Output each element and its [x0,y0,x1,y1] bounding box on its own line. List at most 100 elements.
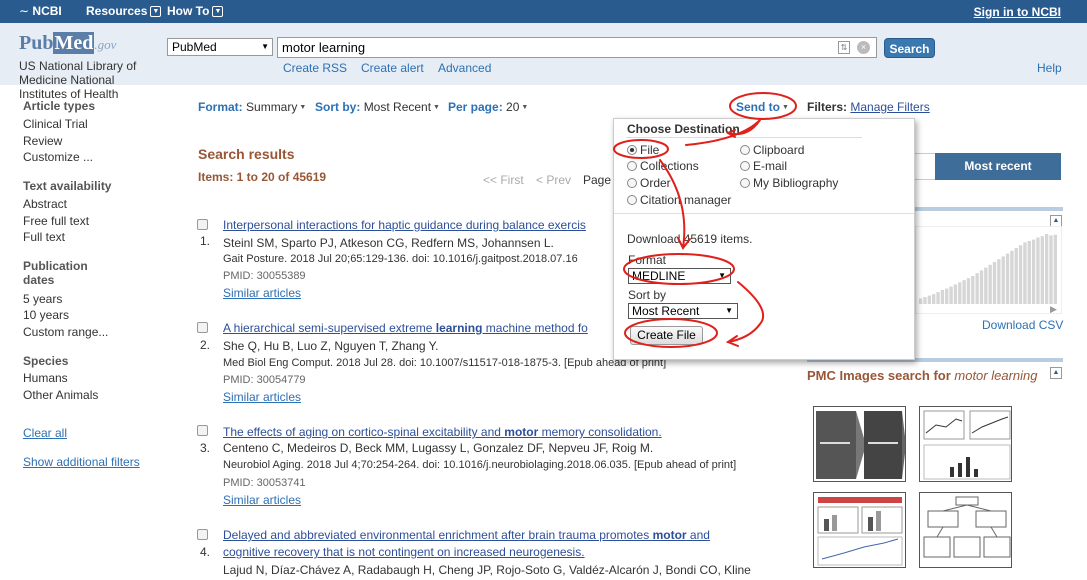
result-checkbox[interactable] [197,322,208,333]
result-number: 2. [200,338,211,352]
filter-clinical-trial[interactable]: Clinical Trial [23,117,88,131]
result-title-link[interactable]: Interpersonal interactions for haptic gu… [223,218,586,232]
create-alert-link[interactable]: Create alert [361,61,424,75]
result-title-link[interactable]: Delayed and abbreviated environmental en… [223,528,710,542]
result-authors: Lajud N, Díaz-Chávez A, Radabaugh H, Che… [223,563,751,577]
species-heading: Species [23,354,69,368]
scroll-right-icon[interactable]: ▶ [1050,304,1057,314]
collapse-icon[interactable]: ▲ [1050,367,1062,379]
result-pmid: PMID: 30053741 [223,477,306,489]
pubmed-logo[interactable]: PubMed.gov [19,32,116,55]
send-to-dropdown: Choose Destination File Collections Orde… [613,118,915,360]
database-select[interactable]: PubMed ▼ [167,38,273,56]
sign-in-link[interactable]: Sign in to NCBI [974,5,1061,19]
radio-citation-manager[interactable] [627,195,637,205]
ncbi-logo-icon: ∼ [19,4,30,18]
prev-page-link[interactable]: < Prev [536,173,571,187]
result-checkbox[interactable] [197,425,208,436]
result-number: 4. [200,545,211,559]
send-to-button[interactable]: Send to ▼ [736,100,789,114]
filter-free-full-text[interactable]: Free full text [23,214,89,228]
radio-clipboard-label[interactable]: Clipboard [753,143,804,157]
manage-filters-link[interactable]: Manage Filters [850,100,929,114]
download-count-text: Download 45619 items. [627,232,753,246]
download-csv-link[interactable]: Download CSV [982,318,1063,332]
result-title-link[interactable]: The effects of aging on cortico-spinal e… [223,425,662,439]
filter-10-years[interactable]: 10 years [23,308,69,322]
search-input[interactable]: motor learning ⇅ × [277,37,877,58]
first-page-link[interactable]: << First [483,173,524,187]
chevron-down-icon: ▼ [212,6,224,18]
clear-all-link[interactable]: Clear all [23,426,67,440]
radio-order-label[interactable]: Order [640,176,671,190]
chevron-down-icon: ▼ [521,104,529,112]
histogram-bar [979,270,984,304]
radio-collections-label[interactable]: Collections [640,159,699,173]
help-link[interactable]: Help [1037,61,1062,75]
format-select[interactable]: MEDLINE ▼ [628,268,731,284]
filter-5-years[interactable]: 5 years [23,292,62,306]
ncbi-top-bar: ∼ NCBI Resources ▼ How To ▼ Sign in to NCB… [0,0,1087,23]
pmc-image-thumbnail[interactable] [919,492,1012,568]
histogram-bar [953,284,958,304]
search-button[interactable]: Search [884,38,935,58]
filter-full-text[interactable]: Full text [23,230,65,244]
pmc-image-thumbnail[interactable] [919,406,1012,482]
similar-articles-link[interactable]: Similar articles [223,286,301,300]
sort-tab-most-recent[interactable]: Most recent [935,153,1061,180]
histogram-bar [966,278,971,304]
pmc-image-thumbnail[interactable] [813,492,906,568]
resources-menu[interactable]: Resources ▼ [86,4,162,18]
format-label: Format [628,253,667,267]
filter-customize[interactable]: Customize ... [23,150,93,164]
result-checkbox[interactable] [197,219,208,230]
sort-by-control[interactable]: Sort by: Most Recent ▼ [315,100,440,114]
filter-custom-range[interactable]: Custom range... [23,325,108,339]
result-title-link-line2[interactable]: cognitive recovery that is not contingen… [223,545,585,559]
radio-clipboard[interactable] [740,145,750,155]
create-rss-link[interactable]: Create RSS [283,61,347,75]
histogram-bar [1001,256,1005,304]
result-title-link[interactable]: A hierarchical semi-supervised extreme l… [223,321,588,335]
filter-abstract[interactable]: Abstract [23,197,67,211]
radio-order[interactable] [627,178,637,188]
filter-review[interactable]: Review [23,134,62,148]
radio-my-bibliography-label[interactable]: My Bibliography [753,176,838,190]
create-file-button[interactable]: Create File [630,326,703,345]
advanced-link[interactable]: Advanced [438,61,491,75]
chevron-down-icon: ▼ [150,6,162,18]
autocomplete-icon[interactable]: ⇅ [838,41,850,54]
sort-select[interactable]: Most Recent ▼ [628,303,738,319]
format-control[interactable]: Format: Summary ▼ [198,100,306,114]
show-additional-filters-link[interactable]: Show additional filters [23,455,140,469]
per-page-control[interactable]: Per page: 20 ▼ [448,100,528,114]
histogram-bar [940,290,945,304]
histogram-bar [1027,241,1031,304]
filter-other-animals[interactable]: Other Animals [23,388,98,402]
radio-citation-manager-label[interactable]: Citation manager [640,193,731,207]
result-pmid: PMID: 30055389 [223,270,306,282]
radio-file[interactable] [627,145,637,155]
histogram-bar [984,267,988,304]
ncbi-logo[interactable]: ∼ NCBI [19,4,62,18]
histogram-bar [936,292,940,304]
chevron-down-icon: ▼ [433,104,440,112]
histogram-bar [919,298,923,304]
histogram-bar [997,259,1001,304]
clear-icon[interactable]: × [857,41,870,54]
histogram-bar [975,273,979,304]
radio-email[interactable] [740,161,750,171]
page-label: Page [583,173,612,187]
pmc-image-thumbnail[interactable] [813,406,906,482]
similar-articles-link[interactable]: Similar articles [223,493,301,507]
howto-menu[interactable]: How To ▼ [167,4,224,18]
radio-my-bibliography[interactable] [740,178,750,188]
similar-articles-link[interactable]: Similar articles [223,390,301,404]
result-checkbox[interactable] [197,529,208,540]
radio-collections[interactable] [627,161,637,171]
figure-thumbnail-icon [817,497,903,566]
radio-file-label[interactable]: File [640,143,659,157]
radio-email-label[interactable]: E-mail [753,159,787,173]
filter-humans[interactable]: Humans [23,371,68,385]
result-source: Gait Posture. 2018 Jul 20;65:129-136. do… [223,253,578,265]
